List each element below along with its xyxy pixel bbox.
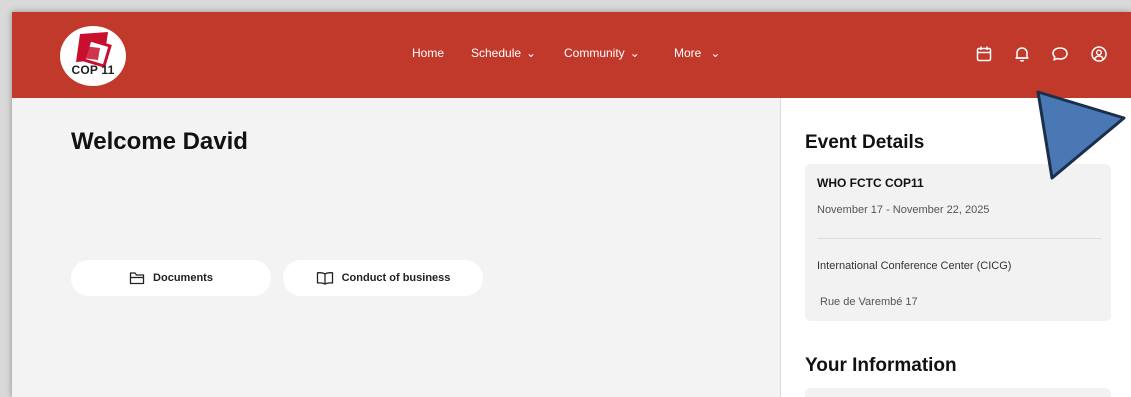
play-pointer-icon bbox=[1036, 90, 1126, 180]
event-dates: November 17 - November 22, 2025 bbox=[817, 204, 990, 216]
your-information-card bbox=[805, 388, 1111, 397]
event-address: Rue de Varembé 17 bbox=[820, 296, 918, 308]
card-divider bbox=[817, 238, 1101, 239]
nav-more[interactable]: More ⌄ bbox=[674, 46, 720, 60]
book-open-icon bbox=[316, 272, 333, 285]
user-circle-icon[interactable] bbox=[1090, 45, 1108, 63]
chevron-down-icon: ⌄ bbox=[710, 46, 721, 60]
nav-community-label: Community bbox=[564, 46, 625, 60]
nav-home[interactable]: Home bbox=[412, 46, 444, 60]
logo-text: COP 11 bbox=[71, 63, 115, 77]
nav-home-label: Home bbox=[412, 46, 445, 60]
logo-mark-icon bbox=[76, 32, 112, 68]
documents-label: Documents bbox=[153, 272, 213, 284]
top-header: COP 11 Home Schedule ⌄ Community ⌄ More ⌄ bbox=[12, 12, 1131, 98]
app-window: COP 11 Home Schedule ⌄ Community ⌄ More ⌄ bbox=[12, 12, 1131, 397]
nav-schedule[interactable]: Schedule ⌄ bbox=[471, 46, 536, 60]
chevron-down-icon: ⌄ bbox=[629, 46, 640, 60]
welcome-heading: Welcome David bbox=[71, 128, 248, 155]
documents-button[interactable]: Documents bbox=[71, 260, 271, 296]
cop11-logo[interactable]: COP 11 bbox=[60, 26, 126, 86]
event-card: WHO FCTC COP11 November 17 - November 22… bbox=[805, 164, 1111, 321]
conduct-of-business-button[interactable]: Conduct of business bbox=[283, 260, 483, 296]
bell-icon[interactable] bbox=[1013, 45, 1031, 63]
conduct-of-business-label: Conduct of business bbox=[341, 272, 451, 284]
folder-icon bbox=[129, 272, 145, 285]
calendar-icon[interactable] bbox=[975, 45, 993, 63]
chat-icon[interactable] bbox=[1051, 45, 1069, 63]
main-content: Welcome David Documents Conduct of busin… bbox=[12, 98, 780, 397]
nav-schedule-label: Schedule bbox=[471, 46, 522, 60]
your-information-title: Your Information bbox=[805, 355, 957, 376]
nav-more-label: More bbox=[674, 46, 702, 60]
event-name: WHO FCTC COP11 bbox=[817, 176, 924, 190]
chevron-down-icon: ⌄ bbox=[526, 46, 537, 60]
event-venue: International Conference Center (CICG) bbox=[817, 260, 1012, 272]
nav-community[interactable]: Community ⌄ bbox=[564, 46, 640, 60]
event-details-title: Event Details bbox=[805, 132, 925, 153]
